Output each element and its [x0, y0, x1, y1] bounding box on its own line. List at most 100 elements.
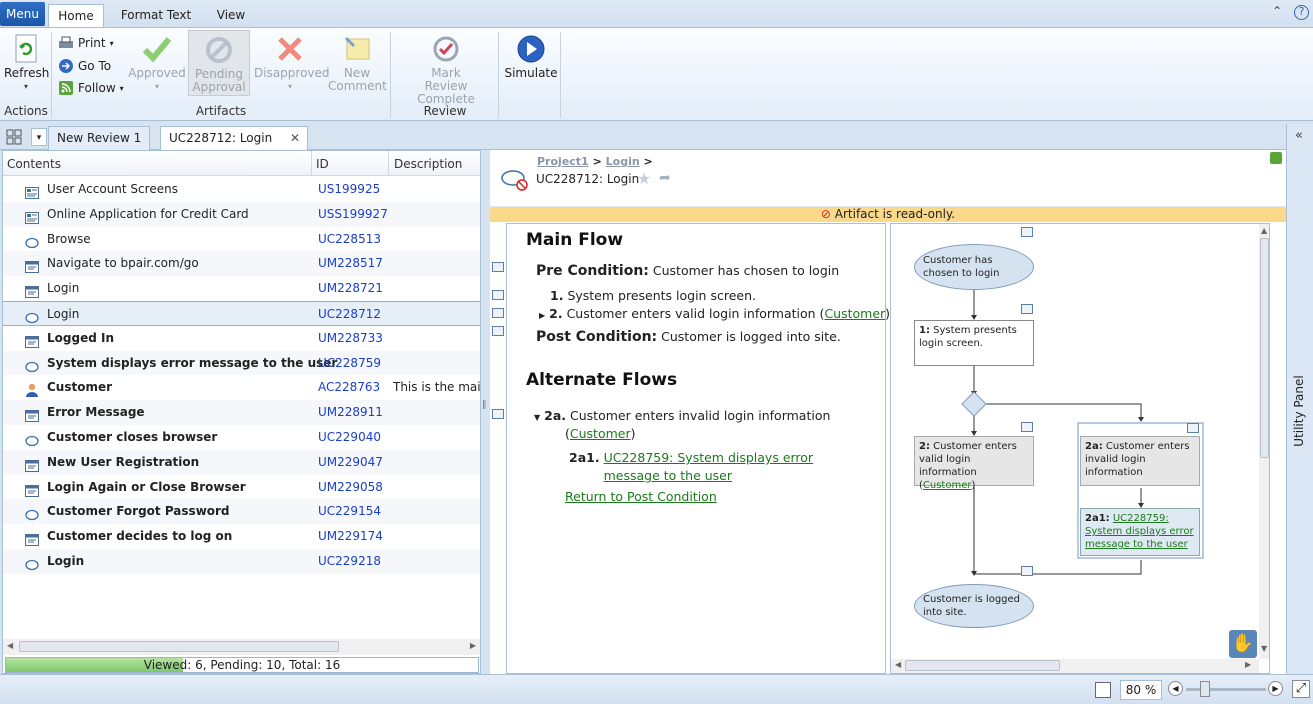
- zoom-slider-thumb[interactable]: [1200, 681, 1210, 697]
- scroll-up-icon[interactable]: ▲: [1261, 226, 1267, 235]
- step-2a1-box[interactable]: 2a1: UC228759: System displays error mes…: [1080, 508, 1200, 556]
- menu-button[interactable]: Menu: [0, 2, 45, 26]
- zoom-level[interactable]: 80 %: [1120, 680, 1162, 700]
- start-node[interactable]: Customer has chosen to login: [914, 244, 1034, 290]
- zoom-slider-track[interactable]: [1186, 688, 1266, 691]
- table-row[interactable]: Customer AC228763 This is the main: [3, 375, 481, 400]
- simulate-button[interactable]: Simulate: [502, 30, 560, 80]
- horizontal-scrollbar[interactable]: ◀ ▶: [3, 639, 480, 655]
- breadcrumb-login[interactable]: Login: [606, 155, 640, 168]
- tab-new-review[interactable]: New Review 1: [48, 126, 151, 150]
- screen-link-icon[interactable]: [1021, 566, 1033, 576]
- table-row[interactable]: Login UM228721: [3, 276, 480, 301]
- table-row[interactable]: System displays error message to the use…: [3, 350, 480, 376]
- row-id-link[interactable]: UM228733: [318, 326, 383, 350]
- table-row[interactable]: Online Application for Credit Card USS199…: [3, 201, 480, 227]
- scroll-right-icon[interactable]: ▶: [470, 641, 476, 650]
- row-id-link[interactable]: UC228712: [318, 302, 381, 326]
- step-2a-box[interactable]: 2a: Customer enters invalid login inform…: [1080, 436, 1200, 486]
- fit-to-window-icon[interactable]: [1095, 682, 1111, 698]
- share-icon[interactable]: ➦: [659, 170, 671, 186]
- screen-link-icon[interactable]: [492, 308, 504, 318]
- new-comment-button[interactable]: New Comment: [328, 30, 387, 93]
- utility-panel[interactable]: « Utility Panel: [1286, 124, 1313, 674]
- actor-link[interactable]: Customer: [923, 480, 972, 491]
- end-node[interactable]: Customer is logged into site.: [914, 584, 1034, 628]
- actor-link[interactable]: Customer: [824, 306, 885, 321]
- column-header-contents[interactable]: Contents: [7, 157, 61, 171]
- scroll-down-icon[interactable]: ▼: [1261, 644, 1267, 653]
- screen-link-icon[interactable]: [492, 326, 504, 336]
- zoom-in-icon[interactable]: ▶: [1268, 681, 1283, 696]
- row-id-link[interactable]: UC228513: [318, 227, 381, 251]
- scroll-right-icon[interactable]: ▶: [1245, 660, 1251, 669]
- goto-button[interactable]: Go To: [58, 58, 111, 74]
- column-header-description[interactable]: Description: [394, 157, 462, 171]
- row-id-link[interactable]: UM228721: [318, 276, 383, 300]
- fullscreen-icon[interactable]: ⤢: [1292, 680, 1310, 698]
- grid-view-icon[interactable]: [6, 129, 22, 145]
- refresh-button[interactable]: Refresh ▾: [4, 30, 49, 93]
- row-id-link[interactable]: UC228759: [318, 351, 381, 375]
- print-button[interactable]: Print ▾: [58, 36, 114, 50]
- table-row[interactable]: Login UC229218: [3, 549, 480, 574]
- table-row[interactable]: Error Message UM228911: [3, 400, 480, 425]
- tab-home[interactable]: Home: [48, 4, 104, 27]
- return-to-post-condition-link[interactable]: Return to Post Condition: [565, 489, 717, 504]
- refresh-dropdown-icon[interactable]: ▾: [4, 80, 48, 93]
- collapse-arrow-icon[interactable]: ▼: [534, 413, 540, 422]
- step-1-box[interactable]: 1: System presents login screen.: [914, 320, 1034, 366]
- row-id-link[interactable]: UM229058: [318, 475, 383, 499]
- tab-list-dropdown-icon[interactable]: ▾: [31, 128, 47, 146]
- close-icon[interactable]: ✕: [290, 127, 300, 149]
- zoom-out-icon[interactable]: ◀: [1168, 681, 1183, 696]
- column-header-id[interactable]: ID: [316, 157, 329, 171]
- breadcrumb-project[interactable]: Project1: [537, 155, 589, 168]
- row-id-link[interactable]: UC229040: [318, 425, 381, 449]
- collapse-ribbon-icon[interactable]: ⌃: [1272, 4, 1282, 18]
- scroll-thumb[interactable]: [905, 660, 1060, 671]
- table-row[interactable]: Login UC228712: [3, 301, 480, 326]
- table-row[interactable]: Customer closes browser UC229040: [3, 425, 480, 450]
- table-row[interactable]: Customer Forgot Password UC229154: [3, 499, 480, 525]
- screen-link-icon[interactable]: [492, 290, 504, 300]
- scroll-left-icon[interactable]: ◀: [7, 641, 13, 650]
- usecase-link[interactable]: UC228759: System displays error message …: [604, 449, 869, 485]
- tab-format-text[interactable]: Format Text: [110, 4, 202, 27]
- expand-panel-icon[interactable]: «: [1295, 128, 1303, 143]
- table-row[interactable]: Browse UC228513: [3, 227, 480, 252]
- vertical-scrollbar[interactable]: ▲ ▼: [1259, 224, 1269, 659]
- follow-button[interactable]: Follow ▾: [58, 80, 124, 96]
- table-row[interactable]: Navigate to bpair.com/go UM228517: [3, 251, 480, 277]
- screen-link-icon[interactable]: [1187, 423, 1199, 433]
- row-id-link[interactable]: USS199927: [318, 202, 388, 226]
- mark-review-complete-button[interactable]: Mark Review Complete: [396, 30, 496, 106]
- approved-button[interactable]: Approved ▾: [128, 30, 186, 93]
- row-id-link[interactable]: UM228517: [318, 251, 383, 275]
- step-2-box[interactable]: 2: Customer enters valid login informati…: [914, 436, 1034, 491]
- help-icon[interactable]: ?: [1294, 5, 1309, 20]
- row-id-link[interactable]: UM228911: [318, 400, 383, 424]
- expand-arrow-icon[interactable]: ▶: [539, 311, 545, 320]
- row-id-link[interactable]: AC228763: [318, 375, 380, 399]
- row-id-link[interactable]: UC229218: [318, 549, 381, 573]
- screen-link-icon[interactable]: [1021, 227, 1033, 237]
- table-row[interactable]: Customer decides to log on UM229174: [3, 524, 480, 549]
- pending-approval-button[interactable]: Pending Approval: [188, 30, 250, 96]
- scroll-thumb[interactable]: [19, 641, 339, 652]
- scroll-left-icon[interactable]: ◀: [895, 660, 901, 669]
- tab-uc228712-login[interactable]: UC228712: Login ✕: [160, 126, 308, 151]
- actor-link[interactable]: Customer: [570, 426, 631, 441]
- table-row[interactable]: New User Registration UM229047: [3, 449, 480, 475]
- table-row[interactable]: Login Again or Close Browser UM229058: [3, 475, 480, 500]
- scroll-thumb[interactable]: [1260, 238, 1269, 458]
- table-row[interactable]: User Account Screens US199925: [3, 177, 480, 202]
- row-id-link[interactable]: UC229154: [318, 499, 381, 523]
- row-id-link[interactable]: UM229174: [318, 524, 383, 548]
- table-row[interactable]: Logged In UM228733: [3, 326, 480, 351]
- column-divider[interactable]: [388, 151, 389, 176]
- row-id-link[interactable]: US199925: [318, 177, 380, 201]
- screen-link-icon[interactable]: [1021, 304, 1033, 314]
- screen-link-icon[interactable]: [492, 262, 504, 272]
- rss-icon[interactable]: [1270, 152, 1282, 164]
